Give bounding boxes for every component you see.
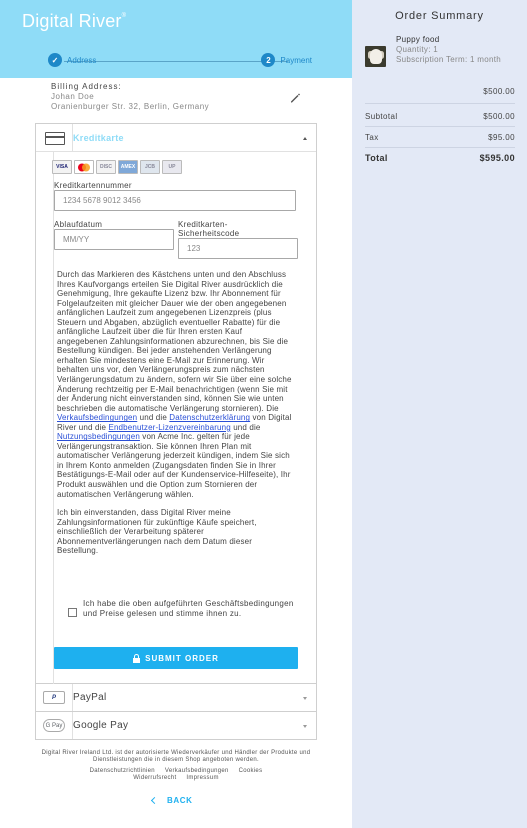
expiry-label: Ablaufdatum: [54, 220, 103, 229]
reseller-note: Digital River Ireland Ltd. ist der autor…: [41, 750, 311, 763]
expand-icon[interactable]: [303, 725, 307, 728]
credit-card-header[interactable]: Kreditkarte: [36, 124, 316, 152]
paypal-icon: P: [43, 691, 65, 704]
card-number-input[interactable]: 1234 5678 9012 3456: [54, 190, 296, 211]
terms-paragraph: Durch das Markieren des Kästchens unten …: [57, 270, 292, 499]
step-address[interactable]: ✓ Address: [48, 53, 96, 67]
total-row: Total $595.00: [365, 153, 515, 163]
footer-link-cookies[interactable]: Cookies: [239, 768, 263, 774]
dog-image: [370, 49, 382, 64]
terms-text: Durch das Markieren des Kästchens unten …: [57, 270, 293, 565]
submit-order-label: SUBMIT ORDER: [145, 653, 219, 663]
step-payment-label: Payment: [280, 55, 312, 65]
billing-street: Oranienburger Str. 32, Berlin, Germany: [51, 102, 210, 111]
footer-link-imprint[interactable]: Impressum: [186, 775, 218, 781]
total-label: Total: [365, 153, 388, 163]
tax-row: Tax $95.00: [365, 133, 515, 142]
collapse-icon[interactable]: [303, 137, 307, 140]
subtotal-label: Subtotal: [365, 112, 398, 121]
link-datenschutzerklaerung[interactable]: Datenschutzerklärung: [169, 413, 250, 422]
unionpay-icon: UP: [162, 160, 182, 174]
line-item-price: $500.00: [365, 87, 515, 96]
product-details: Puppy food Quantity: 1 Subscription Term…: [396, 35, 521, 65]
order-summary: Order Summary Puppy food Quantity: 1 Sub…: [352, 0, 527, 828]
check-icon: ✓: [48, 53, 62, 67]
chevron-left-icon: [150, 796, 159, 805]
back-button[interactable]: BACK: [150, 796, 193, 805]
expand-icon[interactable]: [303, 697, 307, 700]
summary-divider: [365, 103, 515, 104]
google-pay-option[interactable]: G Pay Google Pay: [35, 712, 317, 740]
checkout-panel: Digital River® ✓ Address 2 Payment Billi…: [0, 0, 352, 828]
checkout-header: Digital River® ✓ Address 2 Payment: [0, 0, 352, 78]
link-eula[interactable]: Endbenutzer-Lizenzvereinbarung: [108, 423, 230, 432]
tax-value: $95.00: [488, 133, 515, 142]
submit-order-button[interactable]: SUBMIT ORDER: [54, 647, 298, 669]
product-thumbnail: [365, 46, 386, 67]
product-quantity: Quantity: 1: [396, 45, 438, 54]
visa-icon: VISA: [52, 160, 72, 174]
billing-name: Johan Doe: [51, 92, 95, 101]
pencil-icon[interactable]: [289, 92, 301, 104]
step-number: 2: [261, 53, 276, 67]
footer-link-withdrawal[interactable]: Widerrufsrecht: [133, 775, 176, 781]
terms-checkbox[interactable]: [68, 608, 77, 617]
total-value: $595.00: [479, 153, 515, 163]
storage-consent-paragraph: Ich bin einverstanden, dass Digital Rive…: [57, 508, 257, 556]
billing-title: Billing Address:: [51, 82, 122, 91]
card-number-label: Kreditkartennummer: [54, 181, 132, 190]
order-summary-title: Order Summary: [395, 10, 484, 22]
step-payment: 2 Payment: [261, 53, 312, 67]
google-pay-icon: G Pay: [43, 719, 65, 732]
mastercard-icon: [74, 160, 94, 174]
footer-link-privacy[interactable]: Datenschutzrichtlinien: [90, 768, 155, 774]
line-price-value: $500.00: [483, 87, 515, 96]
expiry-input[interactable]: MM/YY: [54, 229, 174, 250]
subtotal-row: Subtotal $500.00: [365, 112, 515, 121]
progress-steps: ✓ Address 2 Payment: [48, 53, 312, 69]
cvc-label-line2: Sicherheitscode: [178, 229, 240, 238]
consent-label: Ich habe die oben aufgeführten Geschäfts…: [83, 599, 294, 618]
link-verkaufsbedingungen[interactable]: Verkaufsbedingungen: [57, 413, 137, 422]
summary-divider: [365, 126, 515, 127]
cvc-input[interactable]: 123: [178, 238, 298, 259]
jcb-icon: JCB: [140, 160, 160, 174]
product-name: Puppy food: [396, 35, 440, 44]
credit-card-icon: [45, 132, 65, 145]
summary-divider: [365, 147, 515, 148]
paypal-option[interactable]: P PayPal: [35, 684, 317, 712]
billing-address: Billing Address: Johan Doe Oranienburger…: [51, 82, 311, 112]
subtotal-value: $500.00: [483, 112, 515, 121]
footer-link-terms[interactable]: Verkaufsbedingungen: [165, 768, 229, 774]
paypal-label: PayPal: [73, 692, 107, 703]
tax-label: Tax: [365, 133, 379, 142]
card-brands: VISA DISC AMEX JCB UP: [52, 160, 182, 174]
step-address-label: Address: [67, 55, 97, 65]
link-nutzungsbedingungen[interactable]: Nutzungsbedingungen: [57, 432, 140, 441]
discover-icon: DISC: [96, 160, 116, 174]
cvc-label-line1: Kreditkarten-: [178, 220, 228, 229]
lock-icon: [133, 654, 141, 663]
step-connector: [64, 61, 288, 62]
back-label: BACK: [167, 796, 193, 805]
amex-icon: AMEX: [118, 160, 138, 174]
google-pay-label: Google Pay: [73, 720, 129, 731]
footer-links: Datenschutzrichtlinien Verkaufsbedingung…: [40, 768, 312, 782]
product-term: Subscription Term: 1 month: [396, 55, 502, 64]
brand-logo: Digital River®: [22, 11, 127, 31]
credit-card-title: Kreditkarte: [73, 133, 124, 143]
